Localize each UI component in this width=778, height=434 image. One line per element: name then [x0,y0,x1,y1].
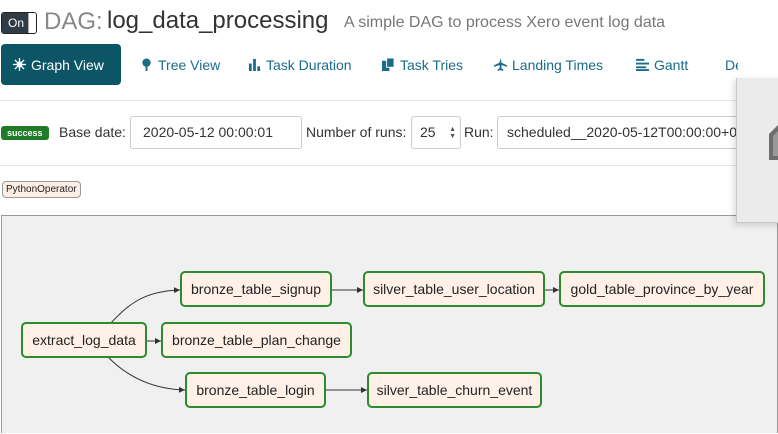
view-nav: Graph View Tree View Task Duration Task … [0,44,778,86]
task-node-signup[interactable]: bronze_table_signup [180,271,332,307]
overlay-popup-window [736,78,778,223]
dag-prefix: DAG: [44,8,103,35]
task-node-churn-event[interactable]: silver_table_churn_event [367,372,542,408]
spinner-arrows-icon: ▲ ▼ [449,126,456,140]
tab-task-duration[interactable]: Task Duration [248,44,352,85]
tab-label: Graph View [31,56,104,73]
tab-landing-times[interactable]: Landing Times [494,44,603,85]
run-label: Run: [464,124,494,140]
nav-divider [0,100,738,101]
gantt-icon [636,58,649,71]
run-controls: success Base date: 2020-05-12 00:00:01 N… [0,116,778,150]
task-node-province-by-year[interactable]: gold_table_province_by_year [559,271,765,307]
num-runs-value: 25 [420,124,436,140]
dag-title: log_data_processing [107,7,329,34]
task-node-user-location[interactable]: silver_table_user_location [363,271,545,307]
app-icon [769,125,778,160]
tab-label: Tree View [158,56,221,73]
dag-on-toggle[interactable]: On [1,12,37,34]
edge-extract-signup [108,287,181,326]
toggle-knob [28,13,36,33]
tab-label: Landing Times [512,56,604,73]
tab-label: Task Duration [266,56,352,73]
tab-gantt[interactable]: Gantt [636,44,688,85]
task-node-plan-change[interactable]: bronze_table_plan_change [161,322,352,358]
operator-legend-tag: PythonOperator [2,181,81,198]
copy-icon [382,58,395,71]
base-date-label: Base date: [59,124,126,140]
tab-label: Task Tries [400,56,464,73]
toggle-label: On [2,13,30,33]
tab-graph-view[interactable]: Graph View [1,44,121,85]
dag-header: On DAG: log_data_processing A simple DAG… [0,0,778,44]
graph-icon [13,58,26,71]
dag-graph-canvas[interactable]: extract_log_data bronze_table_signup bro… [1,215,778,433]
tab-task-tries[interactable]: Task Tries [382,44,463,85]
base-date-input[interactable]: 2020-05-12 00:00:01 [130,116,302,149]
plane-icon [494,58,507,71]
edge-extract-login [108,357,186,393]
tree-icon [142,58,151,71]
tab-tree-view[interactable]: Tree View [140,44,220,85]
task-node-extract[interactable]: extract_log_data [21,322,147,358]
tab-label: Gantt [654,56,689,73]
run-select[interactable]: scheduled__2020-05-12T00:00:00+00:00 [497,116,745,149]
bar-chart-icon [248,58,261,71]
status-badge: success [1,126,49,140]
tab-label: Details [725,56,738,73]
dag-description: A simple DAG to process Xero event log d… [344,14,666,31]
num-runs-label: Number of runs: [306,124,407,140]
controls-divider [0,165,738,166]
task-node-login[interactable]: bronze_table_login [185,372,326,408]
num-runs-select[interactable]: 25 ▲ ▼ [411,116,461,149]
